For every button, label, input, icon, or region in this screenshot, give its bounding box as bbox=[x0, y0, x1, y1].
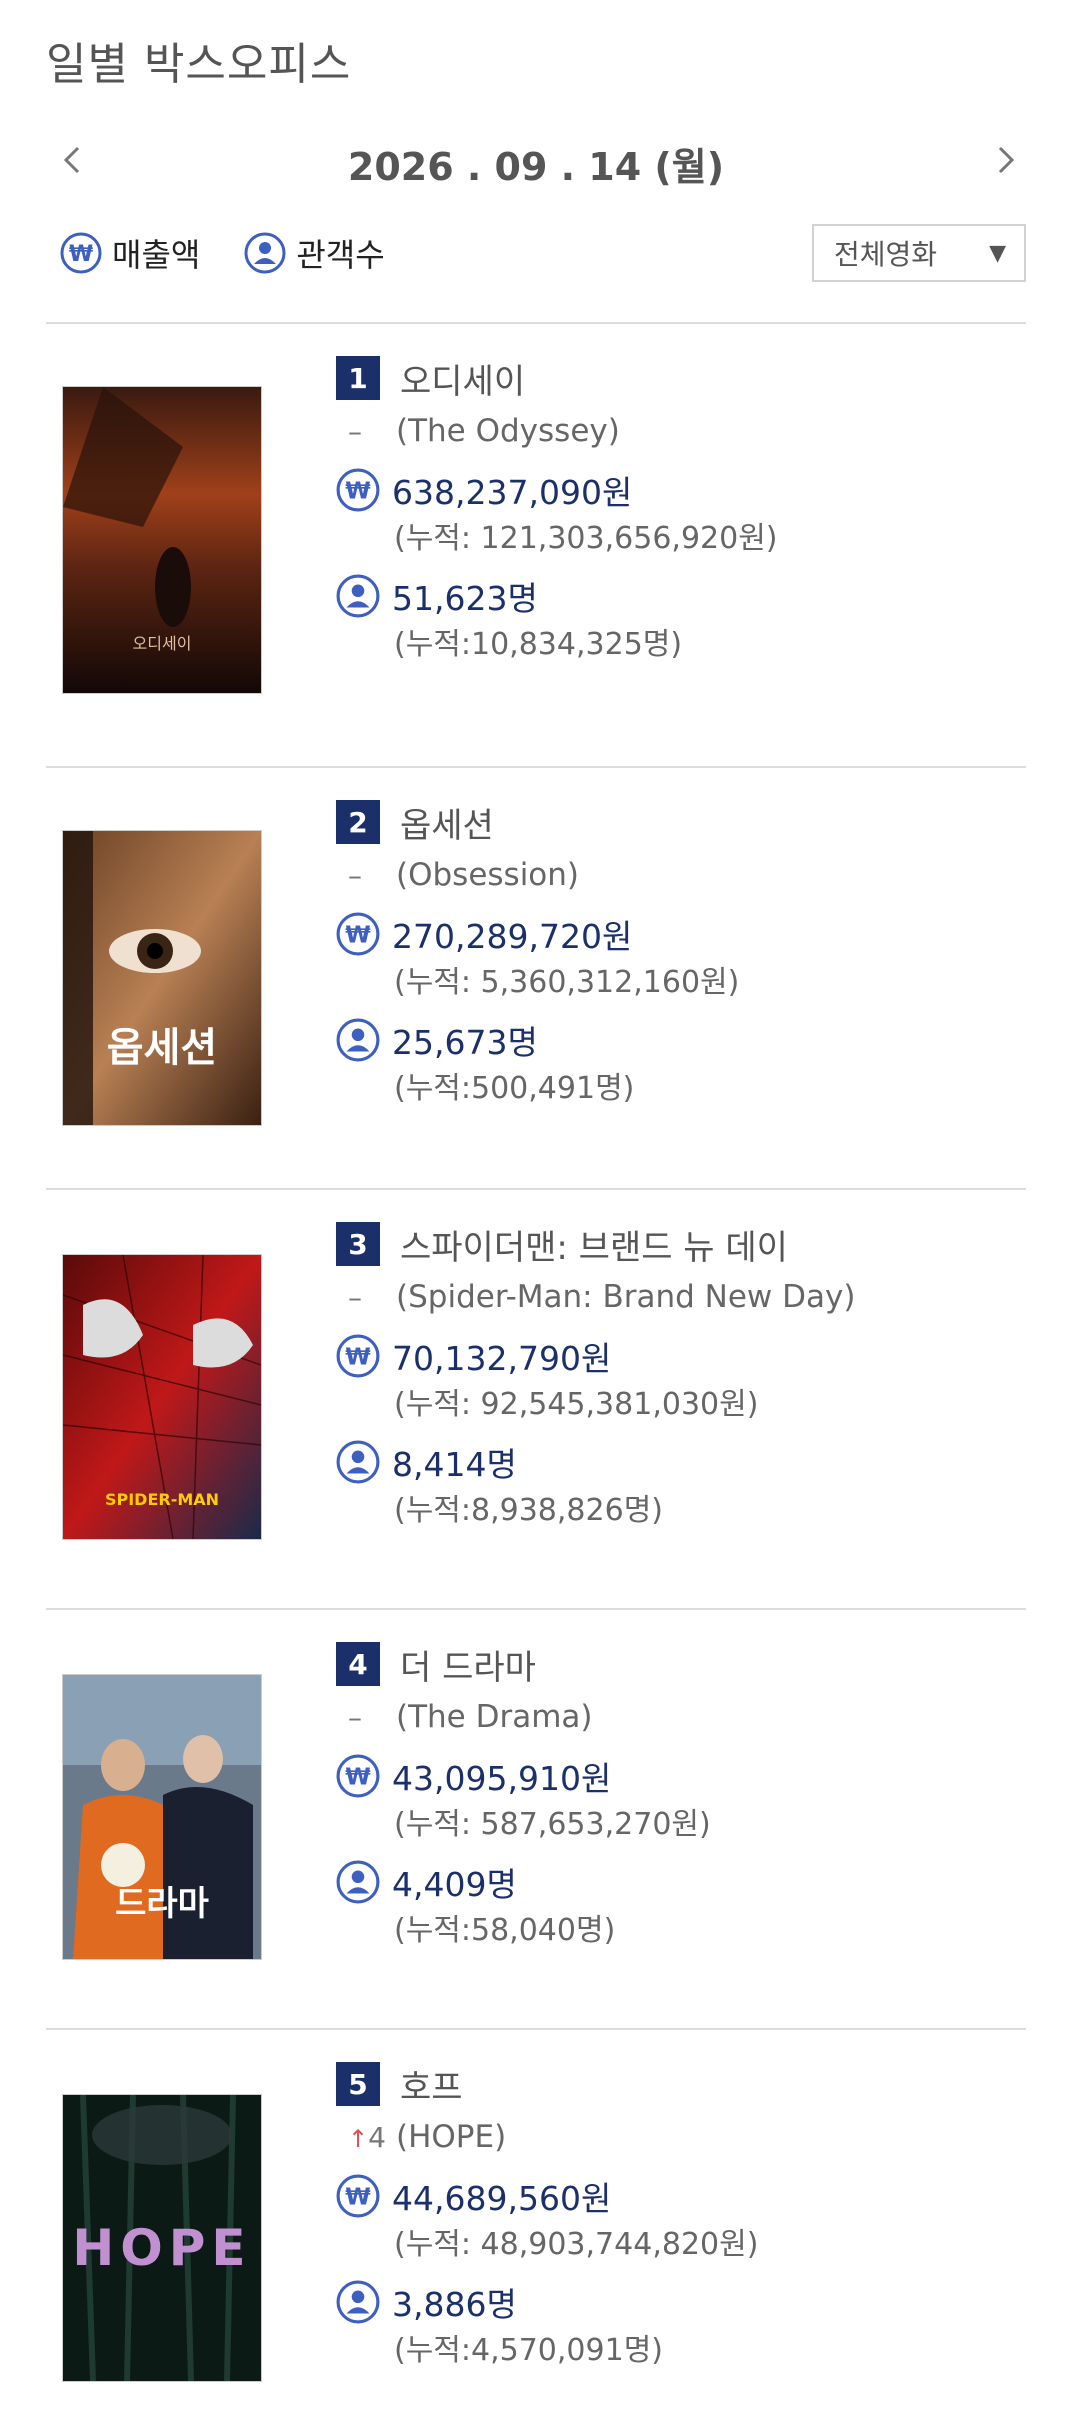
movie-item[interactable]: 드라마 4 더 드라마 – (The Drama) ₩ 43,095,910원 … bbox=[46, 1608, 1026, 2028]
rank-change: – bbox=[348, 858, 362, 892]
cumulative-sales: (누적: 587,653,270원) bbox=[394, 1807, 711, 1842]
movie-item[interactable]: SPIDER-MAN 3 스파이더맨: 브랜드 뉴 데이 – (Spider-M… bbox=[46, 1188, 1026, 1608]
daily-sales: 43,095,910원 bbox=[392, 1759, 612, 1798]
poster-title: 오디세이 bbox=[133, 634, 192, 653]
rank-change: – bbox=[348, 1280, 362, 1314]
won-icon: ₩ bbox=[60, 232, 102, 274]
rank-badge: 2 bbox=[336, 800, 380, 844]
daily-audience: 25,673명 bbox=[392, 1023, 538, 1062]
movie-poster: 오디세이 bbox=[62, 386, 262, 694]
current-date: 2026 . 09 . 14 (월) bbox=[347, 145, 725, 189]
audience-toggle[interactable]: 관객수 bbox=[244, 230, 385, 276]
original-title: (Spider-Man: Brand New Day) bbox=[396, 1279, 856, 1315]
movie-title: 옵세션 bbox=[400, 805, 494, 846]
movie-poster: 옵세션 bbox=[62, 830, 262, 1126]
won-icon: ₩ bbox=[336, 912, 380, 956]
movie-filter-select[interactable]: 전체영화 ▼ bbox=[812, 224, 1026, 282]
person-icon bbox=[336, 2280, 380, 2324]
rank-badge: 3 bbox=[336, 1222, 380, 1266]
rank-change: ↑4 bbox=[336, 2121, 396, 2154]
svg-text:₩: ₩ bbox=[345, 2184, 371, 2210]
poster-title: HOPE bbox=[72, 2219, 251, 2277]
cumulative-sales: (누적: 5,360,312,160원) bbox=[394, 965, 740, 1000]
movie-poster: 드라마 bbox=[62, 1674, 262, 1960]
movie-poster: HOPE bbox=[62, 2094, 262, 2382]
filter-selected-value: 전체영화 bbox=[834, 238, 938, 271]
daily-audience: 51,623명 bbox=[392, 579, 538, 618]
poster-title: 드라마 bbox=[115, 1884, 209, 1924]
original-title: (Obsession) bbox=[396, 857, 580, 893]
box-office-list: 오디세이 1 오디세이 – (The Odyssey) ₩ 638,237,09… bbox=[46, 322, 1026, 2420]
svg-text:₩: ₩ bbox=[345, 922, 371, 948]
daily-sales: 638,237,090원 bbox=[392, 473, 633, 512]
audience-toggle-label: 관객수 bbox=[296, 236, 385, 274]
person-icon bbox=[244, 232, 286, 274]
movie-item[interactable]: HOPE 5 호프 ↑4 (HOPE) ₩ 44,689,560원 (누적: 4… bbox=[46, 2028, 1026, 2420]
rank-badge: 1 bbox=[336, 356, 380, 400]
daily-sales: 44,689,560원 bbox=[392, 2179, 612, 2218]
movie-title: 오디세이 bbox=[400, 361, 526, 402]
cumulative-audience: (누적:8,938,826명) bbox=[394, 1493, 663, 1528]
svg-text:₩: ₩ bbox=[345, 1344, 371, 1370]
date-navigator: 2026 . 09 . 14 (월) bbox=[46, 128, 1026, 192]
cumulative-audience: (누적:4,570,091명) bbox=[394, 2333, 663, 2368]
won-icon: ₩ bbox=[336, 1334, 380, 1378]
movie-poster: SPIDER-MAN bbox=[62, 1254, 262, 1540]
original-title: (The Odyssey) bbox=[396, 413, 620, 449]
cumulative-audience: (누적:10,834,325명) bbox=[394, 627, 683, 662]
rank-change: – bbox=[348, 1700, 362, 1734]
won-icon: ₩ bbox=[336, 2174, 380, 2218]
poster-title: 옵세션 bbox=[107, 1025, 217, 1071]
metric-toggle: ₩ 매출액 관객수 bbox=[60, 228, 429, 278]
svg-text:₩: ₩ bbox=[345, 1764, 371, 1790]
daily-audience: 8,414명 bbox=[392, 1445, 517, 1484]
movie-title: 더 드라마 bbox=[400, 1647, 536, 1688]
svg-text:₩: ₩ bbox=[69, 242, 93, 267]
dropdown-caret-icon: ▼ bbox=[989, 240, 1006, 266]
page-title: 일별 박스오피스 bbox=[46, 39, 352, 90]
person-icon bbox=[336, 1860, 380, 1904]
daily-audience: 4,409명 bbox=[392, 1865, 517, 1904]
movie-title: 호프 bbox=[400, 2067, 463, 2108]
original-title: (The Drama) bbox=[396, 1699, 593, 1735]
won-icon: ₩ bbox=[336, 468, 380, 512]
original-title: (HOPE) bbox=[396, 2119, 507, 2155]
sales-toggle[interactable]: ₩ 매출액 bbox=[60, 230, 200, 276]
daily-sales: 270,289,720원 bbox=[392, 917, 633, 956]
won-icon: ₩ bbox=[336, 1754, 380, 1798]
cumulative-audience: (누적:500,491명) bbox=[394, 1071, 635, 1106]
cumulative-audience: (누적:58,040명) bbox=[394, 1913, 616, 1948]
rank-badge: 5 bbox=[336, 2062, 380, 2106]
chevron-right-icon bbox=[998, 146, 1015, 174]
rank-badge: 4 bbox=[336, 1642, 380, 1686]
movie-item[interactable]: 옵세션 2 옵세션 – (Obsession) ₩ 270,289,720원 (… bbox=[46, 766, 1026, 1188]
rank-change: – bbox=[348, 414, 362, 448]
daily-audience: 3,886명 bbox=[392, 2285, 517, 2324]
daily-sales: 70,132,790원 bbox=[392, 1339, 612, 1378]
arrow-up-icon: ↑ bbox=[348, 2124, 369, 2153]
poster-title: SPIDER-MAN bbox=[105, 1490, 219, 1509]
movie-title: 스파이더맨: 브랜드 뉴 데이 bbox=[400, 1227, 788, 1268]
next-date-button[interactable] bbox=[982, 138, 1026, 182]
person-icon bbox=[336, 1018, 380, 1062]
cumulative-sales: (누적: 121,303,656,920원) bbox=[394, 521, 778, 556]
movie-item[interactable]: 오디세이 1 오디세이 – (The Odyssey) ₩ 638,237,09… bbox=[46, 322, 1026, 766]
rank-change-value: 4 bbox=[368, 2120, 386, 2154]
cumulative-sales: (누적: 48,903,744,820원) bbox=[394, 2227, 759, 2262]
person-icon bbox=[336, 574, 380, 618]
sales-toggle-label: 매출액 bbox=[112, 236, 201, 274]
cumulative-sales: (누적: 92,545,381,030원) bbox=[394, 1387, 759, 1422]
person-icon bbox=[336, 1440, 380, 1484]
svg-text:₩: ₩ bbox=[345, 478, 371, 504]
